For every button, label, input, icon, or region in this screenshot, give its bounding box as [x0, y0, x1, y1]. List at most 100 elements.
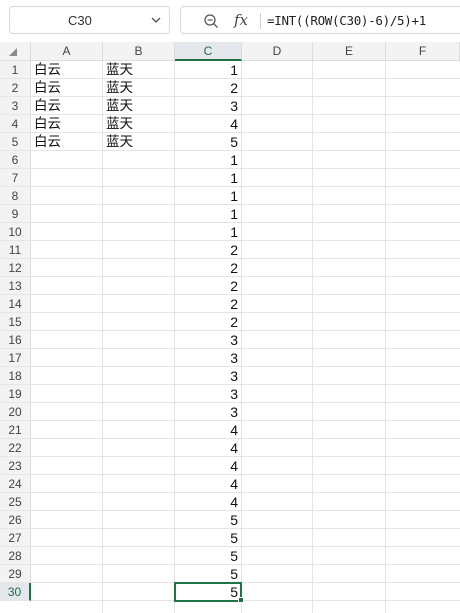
cell-c[interactable]: 5	[175, 133, 242, 151]
cell-c[interactable]: 4	[175, 457, 242, 475]
row-header[interactable]: 4	[0, 115, 31, 133]
cell-b[interactable]: 蓝天	[103, 97, 175, 115]
cell-b[interactable]	[103, 565, 175, 583]
cell-a[interactable]	[31, 205, 103, 223]
row-header[interactable]: 7	[0, 169, 31, 187]
cell-a[interactable]	[31, 493, 103, 511]
cell-a[interactable]: 白云	[31, 133, 103, 151]
cell-c[interactable]: 5	[175, 547, 242, 565]
cell-c[interactable]: 1	[175, 205, 242, 223]
cell-a[interactable]: 白云	[31, 61, 103, 79]
cell-b[interactable]: 蓝天	[103, 115, 175, 133]
cell-a[interactable]	[31, 151, 103, 169]
cell-a[interactable]	[31, 511, 103, 529]
row-header[interactable]: 11	[0, 241, 31, 259]
cell-b[interactable]	[103, 475, 175, 493]
row-header[interactable]: 9	[0, 205, 31, 223]
cell-b[interactable]	[103, 313, 175, 331]
cell-b[interactable]	[103, 511, 175, 529]
cell-a[interactable]	[31, 421, 103, 439]
zoom-icon[interactable]	[202, 12, 220, 30]
cell-b[interactable]	[103, 547, 175, 565]
row-header[interactable]: 22	[0, 439, 31, 457]
formula-text[interactable]: =INT((ROW(C30)-6)/5)+1	[267, 13, 426, 28]
cell-c[interactable]: 1	[175, 151, 242, 169]
cell-b[interactable]	[103, 349, 175, 367]
row-header[interactable]: 16	[0, 331, 31, 349]
cell-c[interactable]: 3	[175, 403, 242, 421]
cell-c[interactable]: 4	[175, 475, 242, 493]
cell-b[interactable]	[103, 439, 175, 457]
cell-c[interactable]: 3	[175, 349, 242, 367]
cell-c[interactable]: 1	[175, 169, 242, 187]
cell-a[interactable]	[31, 277, 103, 295]
row-header[interactable]: 14	[0, 295, 31, 313]
row-header[interactable]: 20	[0, 403, 31, 421]
cell-c[interactable]: 4	[175, 439, 242, 457]
cell-a[interactable]	[31, 349, 103, 367]
row-header[interactable]: 6	[0, 151, 31, 169]
cell-a[interactable]	[31, 475, 103, 493]
cell-b[interactable]	[103, 151, 175, 169]
row-header[interactable]: 26	[0, 511, 31, 529]
cell-a[interactable]	[31, 367, 103, 385]
cell-c[interactable]: 1	[175, 223, 242, 241]
cell-b[interactable]: 蓝天	[103, 61, 175, 79]
fill-handle[interactable]	[238, 597, 244, 603]
cell-b[interactable]	[103, 493, 175, 511]
cell-b[interactable]	[103, 529, 175, 547]
cell-c[interactable]: 2	[175, 313, 242, 331]
row-header[interactable]: 24	[0, 475, 31, 493]
cell-b[interactable]: 蓝天	[103, 79, 175, 97]
formula-input[interactable]: fx =INT((ROW(C30)-6)/5)+1	[180, 6, 460, 34]
cell-b[interactable]	[103, 277, 175, 295]
cell-c[interactable]: 3	[175, 331, 242, 349]
row-header[interactable]: 1	[0, 61, 31, 79]
cell-b[interactable]: 蓝天	[103, 133, 175, 151]
row-header[interactable]: 13	[0, 277, 31, 295]
cell-b[interactable]	[103, 259, 175, 277]
row-header[interactable]: 5	[0, 133, 31, 151]
cell-c[interactable]: 3	[175, 97, 242, 115]
row-header[interactable]: 17	[0, 349, 31, 367]
column-header-d[interactable]: D	[242, 42, 313, 61]
row-header[interactable]: 3	[0, 97, 31, 115]
column-header-b[interactable]: B	[103, 42, 175, 61]
row-header[interactable]: 21	[0, 421, 31, 439]
row-header[interactable]: 29	[0, 565, 31, 583]
row-header[interactable]: 19	[0, 385, 31, 403]
cell-c[interactable]: 2	[175, 295, 242, 313]
cell-c[interactable]: 1	[175, 61, 242, 79]
cell-a[interactable]	[31, 241, 103, 259]
cell-b[interactable]	[103, 223, 175, 241]
cell-a[interactable]	[31, 457, 103, 475]
cell-c[interactable]: 2	[175, 259, 242, 277]
cell-a[interactable]	[31, 403, 103, 421]
cell-a[interactable]	[31, 259, 103, 277]
cell-c[interactable]: 4	[175, 115, 242, 133]
cell-b[interactable]	[103, 241, 175, 259]
row-header[interactable]: 2	[0, 79, 31, 97]
cell-a[interactable]: 白云	[31, 115, 103, 133]
cell-c[interactable]: 5	[175, 565, 242, 583]
cell-a[interactable]	[31, 223, 103, 241]
row-header[interactable]: 12	[0, 259, 31, 277]
row-header[interactable]: 10	[0, 223, 31, 241]
row-header[interactable]: 18	[0, 367, 31, 385]
select-all-button[interactable]	[0, 42, 31, 61]
cell-c[interactable]: 1	[175, 187, 242, 205]
cell-b[interactable]	[103, 295, 175, 313]
cell-c[interactable]: 5	[175, 511, 242, 529]
cell-b[interactable]	[103, 421, 175, 439]
row-header[interactable]: 15	[0, 313, 31, 331]
chevron-down-icon[interactable]	[147, 11, 165, 29]
cell-c[interactable]: 5	[175, 529, 242, 547]
column-header-f[interactable]: F	[386, 42, 460, 61]
row-header[interactable]: 23	[0, 457, 31, 475]
cell-a[interactable]	[31, 169, 103, 187]
row-header[interactable]: 27	[0, 529, 31, 547]
cell-a[interactable]	[31, 439, 103, 457]
cell-c[interactable]: 4	[175, 493, 242, 511]
cell-a[interactable]	[31, 313, 103, 331]
cell-a[interactable]	[31, 529, 103, 547]
